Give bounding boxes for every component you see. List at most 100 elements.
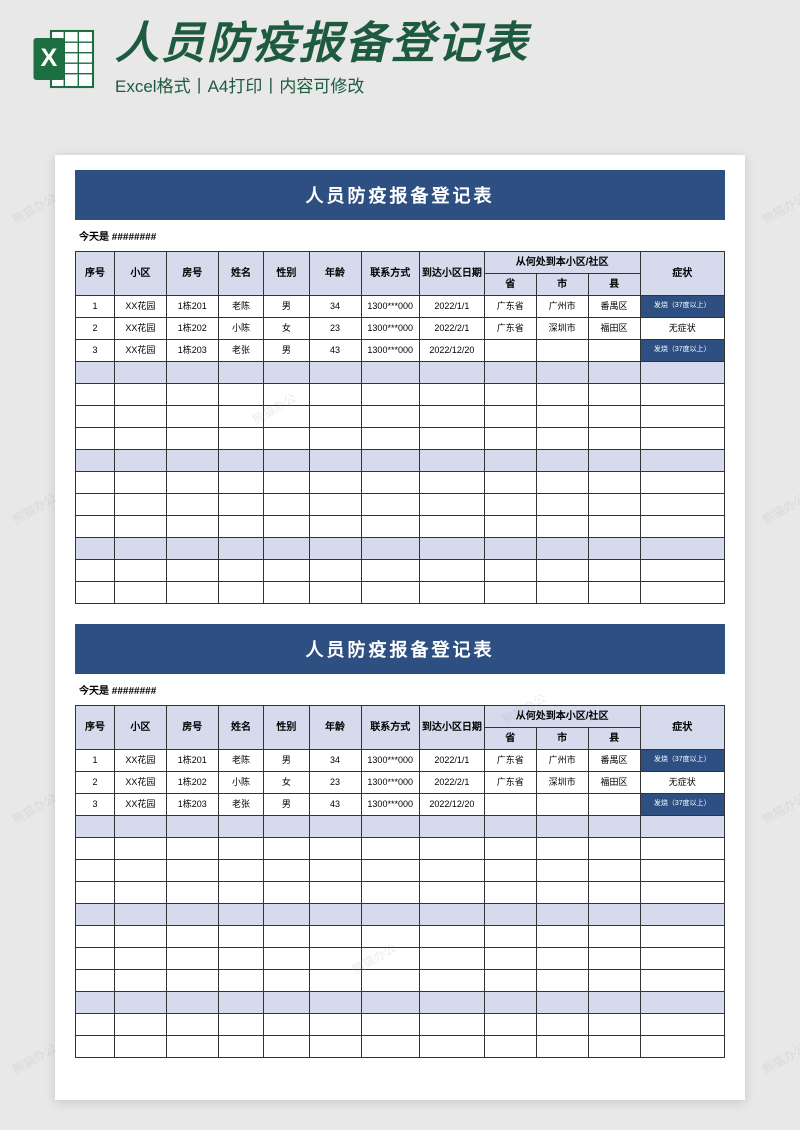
watermark: 熊猫办公	[9, 1039, 59, 1078]
sheet-title: 人员防疫报备登记表	[75, 170, 725, 220]
cell-symptom: 发烧（37度以上）	[640, 750, 724, 772]
table-row-empty	[76, 472, 725, 494]
cell-province	[484, 340, 536, 362]
table-row-empty	[76, 362, 725, 384]
cell-arrive: 2022/2/1	[419, 318, 484, 340]
col-header-seq: 序号	[76, 252, 115, 296]
watermark: 熊猫办公	[9, 789, 59, 828]
excel-icon: X	[30, 24, 100, 94]
col-header-contact: 联系方式	[361, 252, 419, 296]
table-row-empty	[76, 882, 725, 904]
cell-symptom: 无症状	[640, 318, 724, 340]
col-header-province: 省	[484, 274, 536, 296]
sub-title: Excel格式丨A4打印丨内容可修改	[115, 72, 770, 97]
table-row-empty	[76, 538, 725, 560]
cell-name: 小陈	[218, 318, 263, 340]
cell-arrive: 2022/1/1	[419, 296, 484, 318]
page-header: X 人员防疫报备登记表 Excel格式丨A4打印丨内容可修改	[0, 0, 800, 107]
table-row-empty	[76, 904, 725, 926]
col-header-gender: 性别	[264, 706, 309, 750]
cell-county	[588, 340, 640, 362]
cell-community: XX花园	[114, 772, 166, 794]
col-header-age: 年龄	[309, 706, 361, 750]
table-row-empty	[76, 560, 725, 582]
cell-room: 1栋201	[166, 750, 218, 772]
cell-city: 广州市	[536, 296, 588, 318]
cell-room: 1栋202	[166, 318, 218, 340]
table-row-empty	[76, 970, 725, 992]
cell-province	[484, 794, 536, 816]
cell-age: 34	[309, 296, 361, 318]
sheet-title: 人员防疫报备登记表	[75, 624, 725, 674]
table-row-empty	[76, 1014, 725, 1036]
table-row-empty	[76, 838, 725, 860]
col-header-seq: 序号	[76, 706, 115, 750]
watermark: 熊猫办公	[759, 489, 800, 528]
table-row-empty	[76, 494, 725, 516]
cell-arrive: 2022/12/20	[419, 340, 484, 362]
cell-name: 老陈	[218, 750, 263, 772]
cell-contact: 1300***000	[361, 750, 419, 772]
col-header-origin_group: 从何处到本小区/社区	[484, 252, 640, 274]
cell-gender: 男	[264, 340, 309, 362]
watermark: 熊猫办公	[9, 489, 59, 528]
table-row-empty	[76, 428, 725, 450]
table-row-empty	[76, 450, 725, 472]
col-header-community: 小区	[114, 706, 166, 750]
col-header-province: 省	[484, 728, 536, 750]
table-row-empty	[76, 860, 725, 882]
date-row: 今天是 ########	[75, 674, 725, 705]
watermark: 熊猫办公	[9, 189, 59, 228]
col-header-gender: 性别	[264, 252, 309, 296]
cell-seq: 2	[76, 318, 115, 340]
cell-age: 23	[309, 318, 361, 340]
table-row: 2XX花园1栋202小陈女231300***0002022/2/1广东省深圳市福…	[76, 318, 725, 340]
cell-county: 福田区	[588, 772, 640, 794]
cell-gender: 男	[264, 794, 309, 816]
cell-seq: 2	[76, 772, 115, 794]
table-row: 2XX花园1栋202小陈女231300***0002022/2/1广东省深圳市福…	[76, 772, 725, 794]
cell-contact: 1300***000	[361, 340, 419, 362]
col-header-city: 市	[536, 728, 588, 750]
col-header-symptom: 症状	[640, 252, 724, 296]
cell-contact: 1300***000	[361, 318, 419, 340]
cell-age: 23	[309, 772, 361, 794]
cell-seq: 3	[76, 340, 115, 362]
table-row-empty	[76, 1036, 725, 1058]
cell-room: 1栋202	[166, 772, 218, 794]
cell-community: XX花园	[114, 340, 166, 362]
cell-symptom: 发烧（37度以上）	[640, 794, 724, 816]
cell-contact: 1300***000	[361, 772, 419, 794]
cell-province: 广东省	[484, 318, 536, 340]
cell-age: 34	[309, 750, 361, 772]
main-title: 人员防疫报备登记表	[115, 20, 770, 68]
cell-contact: 1300***000	[361, 296, 419, 318]
table-row-empty	[76, 582, 725, 604]
cell-age: 43	[309, 794, 361, 816]
cell-community: XX花园	[114, 750, 166, 772]
cell-room: 1栋203	[166, 340, 218, 362]
cell-arrive: 2022/1/1	[419, 750, 484, 772]
table-row-empty	[76, 816, 725, 838]
cell-province: 广东省	[484, 750, 536, 772]
table-row-empty	[76, 948, 725, 970]
cell-province: 广东省	[484, 772, 536, 794]
col-header-name: 姓名	[218, 252, 263, 296]
cell-gender: 男	[264, 296, 309, 318]
title-block: 人员防疫报备登记表 Excel格式丨A4打印丨内容可修改	[115, 20, 770, 97]
cell-community: XX花园	[114, 318, 166, 340]
cell-city: 广州市	[536, 750, 588, 772]
cell-city	[536, 340, 588, 362]
col-header-room: 房号	[166, 252, 218, 296]
cell-arrive: 2022/12/20	[419, 794, 484, 816]
cell-name: 老张	[218, 794, 263, 816]
cell-city: 深圳市	[536, 318, 588, 340]
table-row: 3XX花园1栋203老张男431300***0002022/12/20发烧（37…	[76, 340, 725, 362]
cell-seq: 1	[76, 750, 115, 772]
table-row: 3XX花园1栋203老张男431300***0002022/12/20发烧（37…	[76, 794, 725, 816]
col-header-name: 姓名	[218, 706, 263, 750]
col-header-county: 县	[588, 274, 640, 296]
cell-symptom: 发烧（37度以上）	[640, 296, 724, 318]
watermark: 熊猫办公	[759, 189, 800, 228]
cell-county: 福田区	[588, 318, 640, 340]
